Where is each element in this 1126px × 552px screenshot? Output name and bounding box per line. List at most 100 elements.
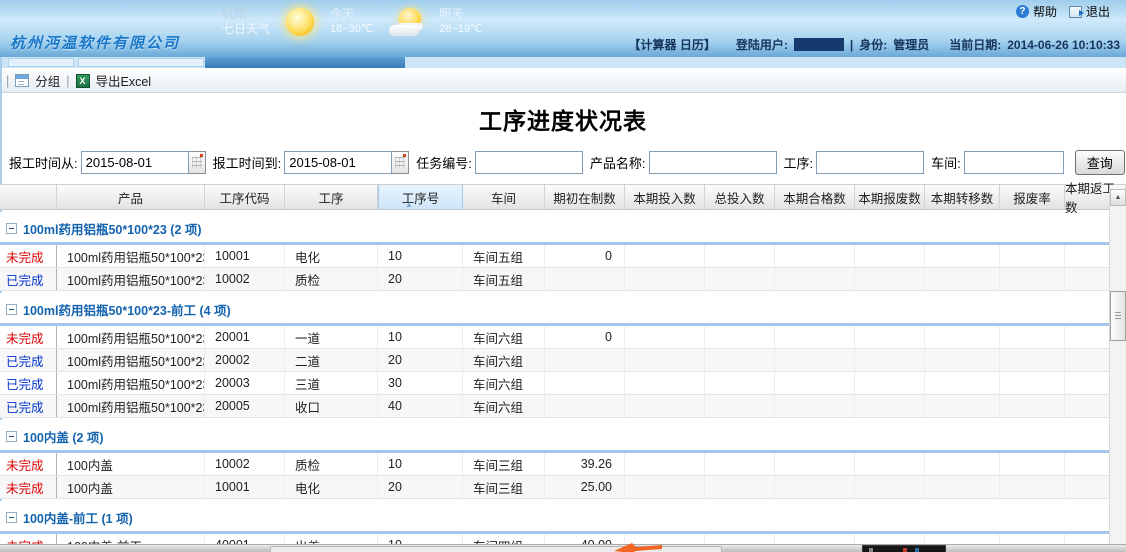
cell-input — [625, 326, 705, 348]
cell-transfer — [925, 326, 1000, 348]
collapse-icon[interactable] — [6, 512, 17, 523]
weather-today-label: 今天 — [330, 7, 373, 22]
cell-total — [705, 395, 775, 417]
col-header-报废率[interactable]: 报废率 — [1000, 185, 1065, 209]
cell-process: 一道 — [285, 326, 378, 348]
cell-qualified — [775, 395, 855, 417]
filter-input-date-to[interactable] — [284, 151, 392, 174]
cell-input — [625, 395, 705, 417]
group-button[interactable]: 分组 — [35, 71, 60, 90]
weather-today-temp: 18~30℃ — [330, 22, 373, 37]
table-row[interactable]: 已完成100ml药用铝瓶50*100*23-...20005收口40车间六组 — [0, 395, 1126, 418]
help-icon[interactable]: ? — [1016, 5, 1029, 18]
cell-input — [625, 453, 705, 475]
col-header-本期报废数[interactable]: 本期报废数 — [855, 185, 925, 209]
tab-strip — [0, 57, 1126, 69]
cell-code: 20002 — [205, 349, 285, 371]
collapse-icon[interactable] — [6, 223, 17, 234]
cell-total — [705, 245, 775, 267]
cell-qualified — [775, 268, 855, 290]
cell-scrap — [855, 453, 925, 475]
window-dot-red — [903, 548, 907, 552]
col-header-label: 总投入数 — [714, 188, 764, 207]
search-button[interactable]: 查询 — [1075, 150, 1125, 175]
cell-workshop: 车间五组 — [463, 245, 545, 267]
calendar-icon[interactable] — [392, 151, 409, 174]
filter-input-product-name[interactable] — [649, 151, 777, 174]
cell-workshop: 车间三组 — [463, 453, 545, 475]
cell-seq: 20 — [378, 476, 463, 498]
col-header-本期投入数[interactable]: 本期投入数 — [625, 185, 705, 209]
filter-label-workshop: 车间: — [931, 153, 961, 172]
col-header-车间[interactable]: 车间 — [463, 185, 545, 209]
col-header-期初在制数[interactable]: 期初在制数 — [545, 185, 625, 209]
cell-scrap — [855, 245, 925, 267]
logout-icon[interactable] — [1069, 6, 1082, 18]
weather-forecast-link[interactable]: 七日天气 — [222, 22, 270, 37]
col-header-status[interactable] — [0, 185, 57, 209]
group-icon — [15, 74, 29, 87]
login-label: 登陆用户: — [736, 36, 788, 53]
tab-segment-1[interactable] — [8, 58, 74, 67]
cell-initial: 0 — [545, 245, 625, 267]
table-row[interactable]: 未完成100内盖10001电化20车间三组25.00 — [0, 476, 1126, 499]
filter-input-date-from[interactable] — [81, 151, 189, 174]
data-grid: 产品工序代码工序工序号▲车间期初在制数本期投入数总投入数本期合格数本期报废数本期… — [0, 184, 1126, 552]
cell-transfer — [925, 245, 1000, 267]
table-row[interactable]: 已完成100ml药用铝瓶50*100*23-...20002二道20车间六组 — [0, 349, 1126, 372]
table-row[interactable]: 未完成100内盖10002质检10车间三组39.26 — [0, 453, 1126, 476]
scroll-up-icon[interactable]: ▲ — [1110, 189, 1126, 206]
status-cell: 已完成 — [0, 372, 57, 394]
cell-input — [625, 349, 705, 371]
cell-scrap — [855, 372, 925, 394]
collapse-icon[interactable] — [6, 304, 17, 315]
group-header: 100ml药用铝瓶50*100*23 (2 项) — [0, 212, 1126, 245]
col-header-本期合格数[interactable]: 本期合格数 — [775, 185, 855, 209]
cell-qualified — [775, 453, 855, 475]
statusbar-tools[interactable]: 【计算器 日历】 — [629, 36, 716, 53]
cell-scrap — [855, 395, 925, 417]
table-row[interactable]: 已完成100ml药用铝瓶50*100*2310002质检20车间五组 — [0, 268, 1126, 291]
col-header-工序代码[interactable]: 工序代码 — [205, 185, 285, 209]
page-title: 工序进度状况表 — [0, 106, 1126, 136]
col-header-总投入数[interactable]: 总投入数 — [705, 185, 775, 209]
scroll-thumb[interactable] — [1110, 291, 1126, 341]
cell-transfer — [925, 476, 1000, 498]
filter-input-process[interactable] — [816, 151, 924, 174]
col-header-工序[interactable]: 工序 — [285, 185, 378, 209]
cell-initial: 39.26 — [545, 453, 625, 475]
col-header-产品[interactable]: 产品 — [57, 185, 205, 209]
cell-scrap — [855, 476, 925, 498]
company-logo: 杭州沔温软件有限公司 — [10, 32, 180, 53]
help-link[interactable]: 帮助 — [1033, 3, 1057, 20]
cell-code: 20003 — [205, 372, 285, 394]
table-row[interactable]: 未完成100ml药用铝瓶50*100*23-...20001一道10车间六组0 — [0, 326, 1126, 349]
cell-qualified — [775, 245, 855, 267]
tab-segment-2[interactable] — [78, 58, 204, 67]
col-header-工序号[interactable]: 工序号▲ — [378, 185, 463, 209]
calendar-icon[interactable] — [189, 151, 206, 174]
logout-link[interactable]: 退出 — [1086, 3, 1110, 20]
cell-total — [705, 476, 775, 498]
cell-code: 20005 — [205, 395, 285, 417]
cell-transfer — [925, 268, 1000, 290]
cell-seq: 20 — [378, 349, 463, 371]
cell-process: 质检 — [285, 453, 378, 475]
filter-input-workshop[interactable] — [964, 151, 1064, 174]
cell-initial — [545, 395, 625, 417]
cell-code: 10001 — [205, 476, 285, 498]
col-header-本期转移数[interactable]: 本期转移数 — [925, 185, 1000, 209]
filter-input-task-no[interactable] — [475, 151, 583, 174]
table-row[interactable]: 已完成100ml药用铝瓶50*100*23-...20003三道30车间六组 — [0, 372, 1126, 395]
export-excel-button[interactable]: 导出Excel — [96, 71, 152, 90]
vertical-scrollbar[interactable]: ▲ — [1109, 189, 1126, 544]
cell-initial — [545, 372, 625, 394]
cell-rate — [1000, 476, 1065, 498]
report-area: 工序进度状况表 报工时间从:报工时间到:任务编号:产品名称:工序:车间:查询 产… — [0, 106, 1126, 552]
status-cell: 已完成 — [0, 395, 57, 417]
table-row[interactable]: 未完成100ml药用铝瓶50*100*2310001电化10车间五组0 — [0, 245, 1126, 268]
session-statusbar: 【计算器 日历】 登陆用户: | 身份: 管理员 当前日期: 2014-06-2… — [629, 36, 1120, 53]
cell-total — [705, 268, 775, 290]
collapse-icon[interactable] — [6, 431, 17, 442]
cell-transfer — [925, 372, 1000, 394]
